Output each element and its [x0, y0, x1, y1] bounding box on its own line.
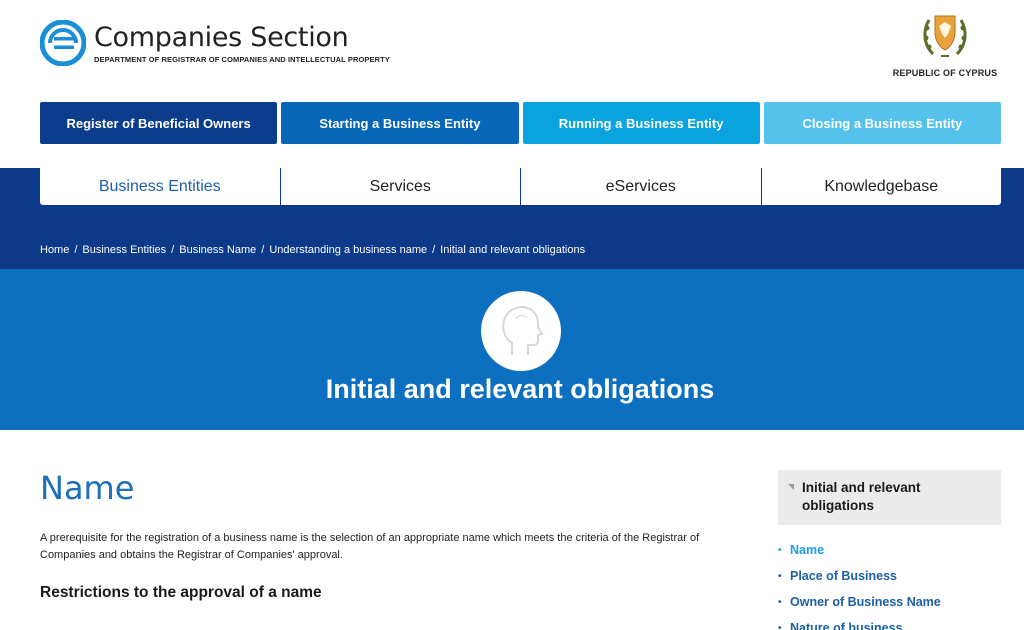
breadcrumb-business-entities[interactable]: Business Entities: [82, 244, 166, 256]
head-profile-icon: [502, 305, 544, 355]
page-heading: Name: [40, 469, 135, 507]
sidebar-list: • Name • Place of Business • Owner of Bu…: [778, 537, 1001, 630]
breadcrumb-separator: /: [261, 244, 265, 256]
bullet-icon: •: [778, 570, 782, 582]
sidebar-item-place-of-business[interactable]: • Place of Business: [778, 563, 1001, 589]
tab-eservices[interactable]: eServices: [521, 168, 762, 205]
sidebar-item-label: Nature of business: [790, 621, 903, 630]
companies-logo-icon: [40, 20, 86, 66]
register-beneficial-owners-button[interactable]: Register of Beneficial Owners: [40, 102, 278, 144]
sidebar-item-nature-of-business[interactable]: • Nature of business: [778, 615, 1001, 630]
breadcrumb-separator: /: [432, 244, 436, 256]
coat-of-arms-label: REPUBLIC OF CYPRUS: [892, 68, 998, 78]
breadcrumb-business-name[interactable]: Business Name: [179, 244, 256, 256]
breadcrumb-home[interactable]: Home: [40, 244, 69, 256]
coat-of-arms[interactable]: REPUBLIC OF CYPRUS: [890, 10, 1000, 78]
sidebar: Initial and relevant obligations • Name …: [778, 470, 1001, 630]
section-buttons: Register of Beneficial Owners Starting a…: [40, 102, 1001, 144]
bullet-icon: •: [778, 622, 782, 630]
logo-title: Companies Section: [94, 21, 349, 53]
sidebar-item-label: Place of Business: [790, 569, 897, 583]
sidebar-item-name[interactable]: • Name: [778, 537, 1001, 563]
breadcrumb-separator: /: [74, 244, 78, 256]
tab-business-entities[interactable]: Business Entities: [40, 168, 281, 205]
sidebar-item-owner-of-business-name[interactable]: • Owner of Business Name: [778, 589, 1001, 615]
bullet-icon: •: [778, 596, 782, 608]
sidebar-item-label: Owner of Business Name: [790, 595, 941, 609]
site-header: Companies Section DEPARTMENT OF REGISTRA…: [0, 0, 1024, 96]
main-nav-tabs: Business Entities Services eServices Kno…: [40, 168, 1001, 205]
sidebar-title-label: Initial and relevant obligations: [802, 480, 921, 513]
starting-business-entity-button[interactable]: Starting a Business Entity: [281, 102, 519, 144]
hero-icon-circle: [481, 291, 561, 371]
main-content: Name A prerequisite for the registration…: [40, 466, 730, 602]
sidebar-item-label: Name: [790, 543, 825, 557]
page: Companies Section DEPARTMENT OF REGISTRA…: [0, 0, 1024, 630]
closing-business-entity-button[interactable]: Closing a Business Entity: [763, 102, 1001, 144]
bullet-icon: •: [778, 544, 782, 556]
intro-paragraph: A prerequisite for the registration of a…: [40, 532, 700, 561]
section-subheading: Restrictions to the approval of a name: [40, 584, 322, 601]
site-logo[interactable]: Companies Section DEPARTMENT OF REGISTRA…: [40, 20, 390, 66]
tab-knowledgebase[interactable]: Knowledgebase: [762, 168, 1002, 205]
collapse-triangle-icon: [788, 484, 794, 490]
breadcrumb: Home / Business Entities / Business Name…: [40, 244, 585, 256]
logo-subtitle: DEPARTMENT OF REGISTRAR OF COMPANIES AND…: [94, 54, 390, 64]
tab-services[interactable]: Services: [281, 168, 521, 205]
breadcrumb-separator: /: [171, 244, 175, 256]
sidebar-title[interactable]: Initial and relevant obligations: [778, 470, 1001, 525]
coat-of-arms-icon: [923, 15, 967, 57]
breadcrumb-initial-obligations[interactable]: Initial and relevant obligations: [440, 244, 585, 256]
navigation-band: Business Entities Services eServices Kno…: [0, 168, 1024, 269]
hero-banner: Initial and relevant obligations: [0, 269, 1024, 430]
hero-title: Initial and relevant obligations: [325, 374, 715, 404]
running-business-entity-button[interactable]: Running a Business Entity: [522, 102, 760, 144]
breadcrumb-understanding-business-name[interactable]: Understanding a business name: [269, 244, 427, 256]
